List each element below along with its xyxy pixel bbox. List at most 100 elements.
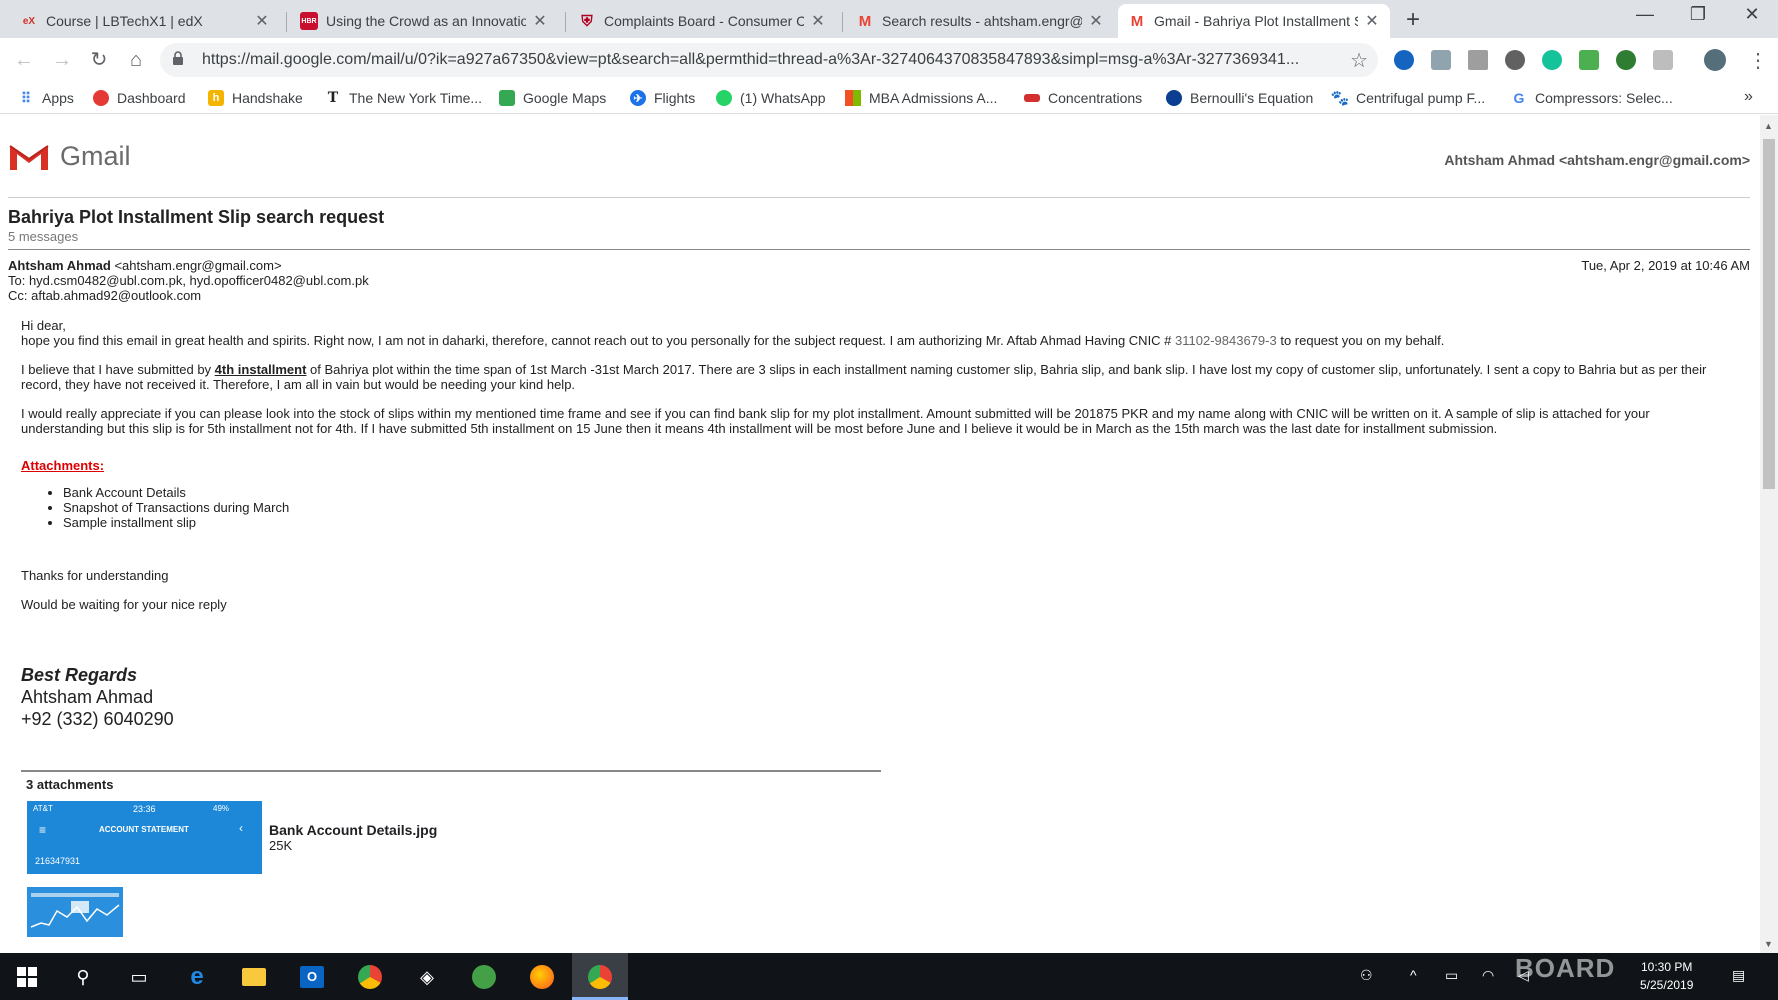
- restore-icon[interactable]: ❐: [1670, 4, 1726, 25]
- bookmark-label: MBA Admissions A...: [869, 90, 998, 106]
- greeting: Hi dear,: [21, 318, 66, 333]
- list-item: Snapshot of Transactions during March: [63, 500, 1733, 515]
- close-tab-icon[interactable]: ✕: [532, 11, 548, 31]
- transactions-preview-icon: [30, 893, 120, 928]
- bookmark-google-maps[interactable]: Google Maps: [499, 88, 606, 108]
- chrome-icon[interactable]: [356, 963, 384, 991]
- close-window-icon[interactable]: ✕: [1724, 4, 1778, 25]
- new-tab-button[interactable]: +: [1406, 6, 1420, 34]
- grammarly-icon[interactable]: [1542, 50, 1562, 70]
- mba-icon: [845, 90, 861, 106]
- bookmark-handshake[interactable]: h Handshake: [208, 88, 303, 108]
- address-bar[interactable]: https://mail.google.com/mail/u/0?ik=a927…: [160, 43, 1378, 77]
- tab-title: Course | LBTechX1 | edX: [46, 13, 203, 29]
- tab-search-results[interactable]: M Search results - ahtsham.engr@g ✕: [846, 4, 1114, 38]
- tab-edx[interactable]: eX Course | LBTechX1 | edX ✕: [10, 4, 280, 38]
- green-extension-icon[interactable]: [1579, 50, 1599, 70]
- chevron-up-icon[interactable]: ^: [1410, 967, 1417, 983]
- minimize-icon[interactable]: —: [1617, 4, 1673, 25]
- close-tab-icon[interactable]: ✕: [1088, 11, 1104, 31]
- search-icon[interactable]: ⚲: [69, 963, 97, 991]
- message-count: 5 messages: [8, 229, 79, 244]
- menu-icon: ≡: [39, 823, 47, 837]
- reload-icon[interactable]: ↻: [85, 46, 113, 74]
- circle-extension-icon[interactable]: [1505, 50, 1525, 70]
- page-scrollbar[interactable]: ▲ ▼: [1760, 115, 1778, 953]
- gmail-logo: Gmail: [8, 141, 131, 172]
- bookmark-concentrations[interactable]: Concentrations: [1024, 88, 1142, 108]
- bookmark-mba-admissions[interactable]: MBA Admissions A...: [845, 88, 997, 108]
- dashboard-icon: [93, 90, 109, 106]
- bookmark-bernoulli[interactable]: Bernoulli's Equation: [1166, 88, 1313, 108]
- paragraph-1: hope you find this email in great health…: [21, 333, 1445, 348]
- home-icon[interactable]: ⌂: [122, 46, 150, 74]
- grey-extension-icon[interactable]: [1653, 50, 1673, 70]
- browser-menu-icon[interactable]: ⋮: [1748, 48, 1768, 73]
- task-view-icon[interactable]: ▭: [125, 963, 153, 991]
- email-body: Hi dear, hope you find this email in gre…: [21, 318, 1733, 730]
- attachment-thumbnail-bank-details[interactable]: AT&T 23:36 49% ≡ ACCOUNT STATEMENT ‹ 216…: [27, 801, 262, 874]
- bookmark-star-icon[interactable]: ☆: [1350, 48, 1368, 73]
- firefox-icon[interactable]: [528, 963, 556, 991]
- scroll-up-icon[interactable]: ▲: [1764, 121, 1773, 131]
- tab-complaints-board[interactable]: ⛨ Complaints Board - Consumer Co ✕: [568, 4, 836, 38]
- signature-name: Ahtsham Ahmad: [21, 687, 154, 707]
- attachments-heading: Attachments:: [21, 458, 105, 473]
- close-tab-icon[interactable]: ✕: [254, 11, 270, 31]
- windows-start-icon[interactable]: [13, 963, 41, 991]
- globe-app-icon[interactable]: [470, 963, 498, 991]
- tab-strip: eX Course | LBTechX1 | edX ✕ HBR Using t…: [0, 0, 1778, 38]
- close-tab-icon[interactable]: ✕: [810, 11, 826, 31]
- gmail-icon: M: [1130, 12, 1144, 30]
- edge-icon[interactable]: e: [183, 963, 211, 991]
- bookmark-label: Compressors: Selec...: [1535, 90, 1673, 106]
- bookmark-dashboard[interactable]: Dashboard: [93, 88, 186, 108]
- bookmark-label: Apps: [42, 90, 74, 106]
- outlook-icon[interactable]: O: [298, 963, 326, 991]
- system-clock[interactable]: 10:30 PM 5/25/2019: [1640, 958, 1693, 994]
- tab-hbr[interactable]: HBR Using the Crowd as an Innovatio ✕: [290, 4, 558, 38]
- bookmark-apps[interactable]: ⠿ Apps: [18, 88, 74, 108]
- gmail-wordmark: Gmail: [60, 141, 131, 171]
- bookmark-label: Centrifugal pump F...: [1356, 90, 1486, 106]
- back-icon[interactable]: ←: [10, 46, 38, 74]
- grid-extension-icon[interactable]: [1468, 50, 1488, 70]
- list-item: Bank Account Details: [63, 485, 1733, 500]
- bookmark-flights[interactable]: ✈ Flights: [630, 88, 695, 108]
- url-text: https://mail.google.com/mail/u/0?ik=a927…: [202, 51, 1300, 68]
- clock-date: 5/25/2019: [1640, 978, 1694, 992]
- profile-avatar[interactable]: [1704, 49, 1726, 71]
- file-explorer-icon[interactable]: [240, 963, 268, 991]
- chrome-active-icon[interactable]: [586, 963, 614, 991]
- cloud-extension-icon[interactable]: [1431, 50, 1451, 70]
- attachment-file-name[interactable]: Bank Account Details.jpg: [269, 822, 437, 838]
- attachments-count: 3 attachments: [26, 777, 114, 792]
- bookmark-label: Bernoulli's Equation: [1190, 90, 1314, 106]
- bookmark-whatsapp[interactable]: (1) WhatsApp: [716, 88, 826, 108]
- bookmark-nyt[interactable]: T The New York Time...: [325, 88, 482, 108]
- people-icon[interactable]: ⚇: [1360, 967, 1373, 984]
- notifications-icon[interactable]: ▤: [1732, 967, 1745, 984]
- bookmarks-bar: ⠿ Apps Dashboard h Handshake T The New Y…: [0, 82, 1778, 114]
- account-email: Ahtsham Ahmad <ahtsham.engr@gmail.com>: [1444, 152, 1750, 168]
- battery-icon[interactable]: ▭: [1445, 967, 1458, 984]
- shield-icon: ⛨: [581, 12, 593, 30]
- scroll-down-icon[interactable]: ▼: [1764, 939, 1773, 949]
- globe-extension-icon[interactable]: [1616, 50, 1636, 70]
- sender-email: <ahtsham.engr@gmail.com>: [114, 258, 282, 273]
- scrollbar-thumb[interactable]: [1763, 139, 1775, 489]
- more-bookmarks-icon[interactable]: »: [1744, 88, 1753, 106]
- bookmark-centrifugal-pump[interactable]: 🐾 Centrifugal pump F...: [1331, 88, 1486, 108]
- wifi-icon[interactable]: ◠: [1482, 967, 1494, 984]
- lock-icon: [173, 51, 183, 65]
- gmail-icon: M: [858, 12, 872, 30]
- bookmark-compressors[interactable]: G Compressors: Selec...: [1511, 88, 1673, 108]
- tab-separator: [286, 12, 287, 32]
- cnic-number[interactable]: 31102-9843679-3: [1175, 333, 1277, 348]
- forward-icon[interactable]: →: [48, 46, 76, 74]
- visual-studio-icon[interactable]: ◈: [413, 963, 441, 991]
- attachment-thumbnail-transactions[interactable]: [27, 887, 123, 937]
- extension-icon[interactable]: [1394, 50, 1414, 70]
- tab-gmail-active[interactable]: M Gmail - Bahriya Plot Installment S ✕: [1118, 4, 1390, 38]
- close-tab-icon[interactable]: ✕: [1364, 11, 1380, 31]
